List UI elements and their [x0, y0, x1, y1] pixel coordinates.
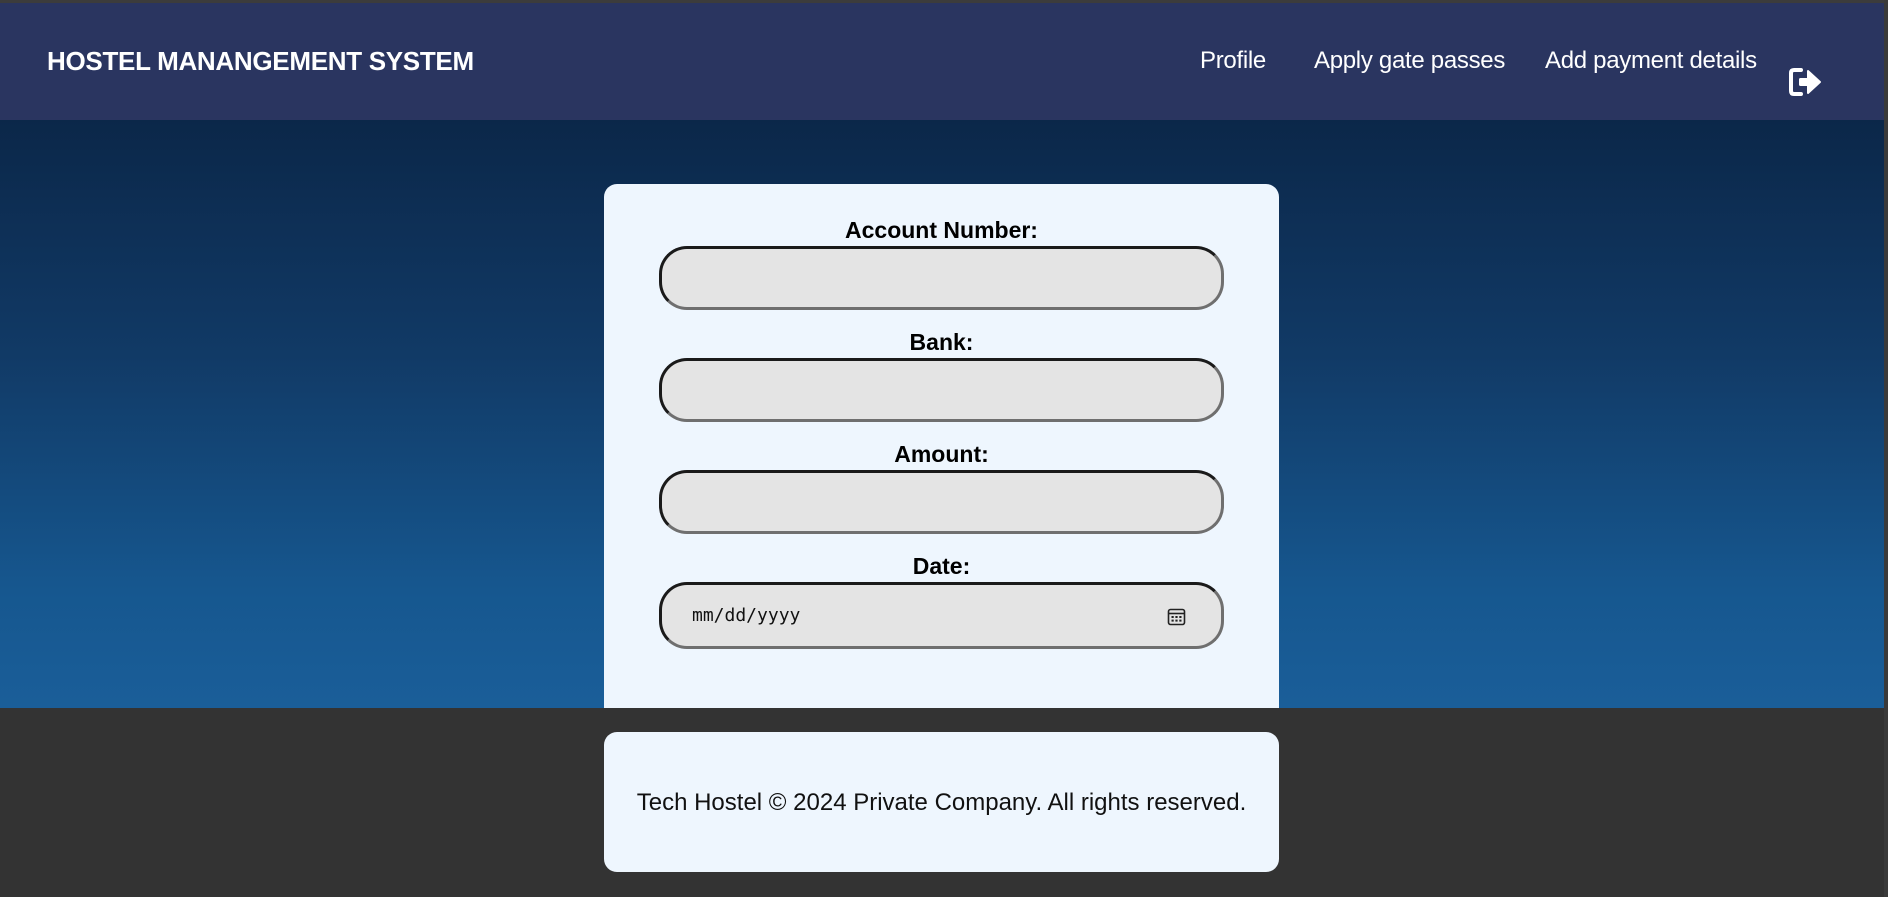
sign-out-icon[interactable] — [1789, 67, 1823, 97]
date-input[interactable]: mm/dd/yyyy — [659, 582, 1224, 649]
account-number-label: Account Number: — [845, 217, 1038, 243]
navbar: HOSTEL MANANGEMENT SYSTEM Profile Apply … — [0, 0, 1884, 120]
bank-input[interactable] — [659, 358, 1224, 422]
account-number-input[interactable] — [659, 246, 1224, 310]
date-placeholder: mm/dd/yyyy — [692, 605, 801, 626]
footer-copyright: Tech Hostel © 2024 Private Company. All … — [636, 789, 1247, 816]
nav-link-add-payment-details[interactable]: Add payment details — [1545, 47, 1757, 75]
payment-form-card: Account Number: Bank: Amount: Date: mm/d… — [604, 184, 1279, 708]
nav-link-apply-gate-passes[interactable]: Apply gate passes — [1314, 47, 1505, 75]
bank-label: Bank: — [909, 329, 974, 355]
brand-title: HOSTEL MANANGEMENT SYSTEM — [47, 46, 474, 76]
footer-card: Tech Hostel © 2024 Private Company. All … — [604, 732, 1279, 872]
nav-link-profile[interactable]: Profile — [1200, 47, 1266, 75]
amount-input[interactable] — [659, 470, 1224, 534]
calendar-icon[interactable] — [1167, 607, 1186, 626]
amount-label: Amount: — [894, 441, 989, 467]
date-label: Date: — [912, 553, 971, 579]
